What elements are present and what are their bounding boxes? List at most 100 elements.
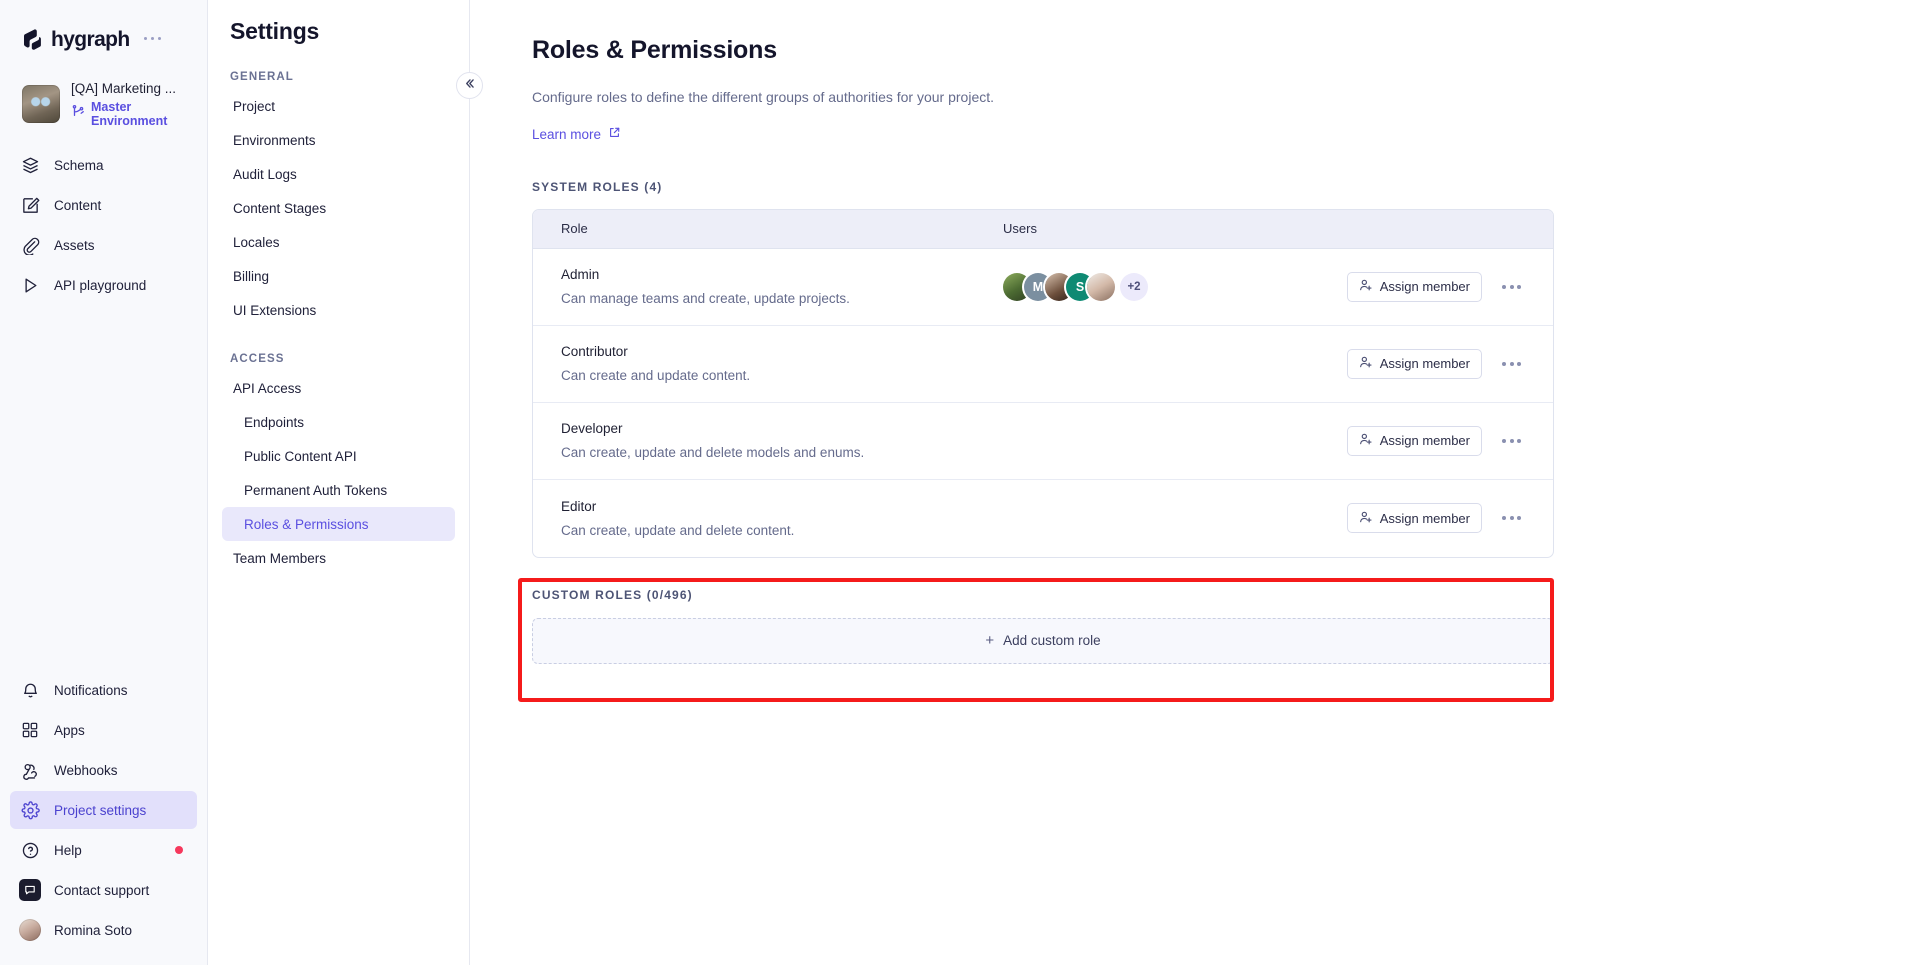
assign-member-button[interactable]: Assign member bbox=[1346, 348, 1482, 379]
learn-more-link[interactable]: Learn more bbox=[532, 126, 621, 142]
brand-logo[interactable]: hygraph bbox=[0, 0, 207, 58]
sidebar-item-audit-logs[interactable]: Audit Logs bbox=[222, 157, 455, 191]
assign-member-label: Assign member bbox=[1379, 510, 1470, 526]
avatar[interactable] bbox=[1087, 272, 1115, 301]
settings-item-label: Locales bbox=[233, 234, 280, 250]
sidebar-item-user-profile[interactable]: Romina Soto bbox=[10, 911, 197, 949]
brand-name: hygraph bbox=[51, 28, 130, 51]
user-plus-icon bbox=[1359, 510, 1373, 527]
sidebar-item-content[interactable]: Content bbox=[10, 186, 197, 224]
sidebar-item-locales[interactable]: Locales bbox=[222, 225, 455, 259]
settings-group-access: API Access Endpoints Public Content API … bbox=[208, 371, 469, 575]
sidebar-item-project[interactable]: Project bbox=[222, 89, 455, 123]
role-description: Can create and update content. bbox=[561, 368, 751, 383]
assign-member-label: Assign member bbox=[1379, 433, 1470, 448]
sidebar-item-project-settings[interactable]: Project settings bbox=[10, 791, 197, 829]
primary-sidebar: hygraph [QA] Marketing ... Master Enviro… bbox=[0, 0, 208, 965]
sidebar-item-label: Apps bbox=[54, 722, 85, 738]
sidebar-item-label: Notifications bbox=[54, 682, 128, 698]
sidebar-item-billing[interactable]: Billing bbox=[222, 259, 455, 293]
sidebar-item-label: Webhooks bbox=[54, 762, 118, 778]
chevron-double-left-icon bbox=[463, 77, 476, 95]
help-notification-badge bbox=[175, 846, 183, 854]
custom-roles-label: CUSTOM ROLES (0/496) bbox=[532, 587, 693, 602]
row-menu-button[interactable] bbox=[1498, 356, 1525, 372]
settings-section-label-access: ACCESS bbox=[230, 353, 285, 365]
sidebar-item-notifications[interactable]: Notifications bbox=[10, 671, 197, 709]
sidebar-item-apps[interactable]: Apps bbox=[10, 711, 197, 749]
row-actions: Assign member bbox=[1346, 503, 1525, 533]
row-menu-button[interactable] bbox=[1498, 433, 1525, 449]
sidebar-item-label: Assets bbox=[54, 237, 95, 253]
system-roles-label: SYSTEM ROLES (4) bbox=[532, 179, 663, 194]
support-icon-wrap bbox=[19, 879, 41, 901]
sidebar-item-webhooks[interactable]: Webhooks bbox=[10, 751, 197, 789]
avatar-stack[interactable]: M S +2 bbox=[1003, 272, 1148, 301]
main-content: Roles & Permissions Configure roles to d… bbox=[470, 0, 1916, 965]
role-cell: Developer Can create, update and delete … bbox=[533, 421, 1003, 460]
page-title: Roles & Permissions bbox=[532, 36, 777, 64]
environment-name: Master Environment bbox=[91, 99, 168, 128]
role-cell: Editor Can create, update and delete con… bbox=[533, 499, 1003, 538]
edit-square-icon bbox=[20, 195, 40, 215]
app-root: hygraph [QA] Marketing ... Master Enviro… bbox=[0, 0, 1916, 965]
branch-icon bbox=[71, 104, 85, 123]
sidebar-item-label: Help bbox=[54, 842, 82, 858]
settings-item-label: Audit Logs bbox=[233, 166, 297, 182]
avatar-overflow-count[interactable]: +2 bbox=[1120, 272, 1148, 301]
sidebar-item-schema[interactable]: Schema bbox=[10, 146, 197, 184]
role-description: Can manage teams and create, update proj… bbox=[561, 291, 850, 306]
sidebar-item-content-stages[interactable]: Content Stages bbox=[222, 191, 455, 225]
avatar bbox=[19, 919, 41, 941]
settings-sidebar: Settings GENERAL Project Environments Au… bbox=[208, 0, 483, 965]
settings-group-general: Project Environments Audit Logs Content … bbox=[208, 89, 469, 327]
assign-member-label: Assign member bbox=[1379, 356, 1470, 371]
sidebar-item-public-content-api[interactable]: Public Content API bbox=[222, 439, 455, 473]
user-plus-icon bbox=[1359, 355, 1373, 372]
settings-item-label: Permanent Auth Tokens bbox=[244, 482, 388, 498]
role-name: Contributor bbox=[561, 344, 628, 359]
role-cell: Contributor Can create and update conten… bbox=[533, 344, 1003, 383]
user-plus-icon bbox=[1359, 432, 1373, 449]
role-description: Can create, update and delete models and… bbox=[561, 445, 865, 460]
sidebar-item-assets[interactable]: Assets bbox=[10, 226, 197, 264]
grid-icon bbox=[20, 720, 40, 740]
users-cell: M S +2 bbox=[1003, 272, 1347, 301]
role-cell: Admin Can manage teams and create, updat… bbox=[533, 267, 1003, 306]
settings-item-label: Project bbox=[233, 98, 276, 114]
sidebar-item-team-members[interactable]: Team Members bbox=[222, 541, 455, 575]
sidebar-item-contact-support[interactable]: Contact support bbox=[10, 871, 197, 909]
sidebar-item-endpoints[interactable]: Endpoints bbox=[222, 405, 455, 439]
sidebar-item-permanent-auth-tokens[interactable]: Permanent Auth Tokens bbox=[222, 473, 455, 507]
table-row: Developer Can create, update and delete … bbox=[533, 403, 1553, 480]
settings-title: Settings bbox=[230, 18, 320, 44]
row-menu-button[interactable] bbox=[1498, 279, 1525, 295]
sidebar-item-label: Content bbox=[54, 197, 102, 213]
sidebar-item-api-access[interactable]: API Access bbox=[222, 371, 455, 405]
ellipsis-icon[interactable] bbox=[143, 36, 162, 44]
settings-section-label-general: GENERAL bbox=[230, 71, 294, 83]
column-header-users: Users bbox=[1003, 221, 1037, 236]
sidebar-item-roles-permissions[interactable]: Roles & Permissions bbox=[222, 507, 455, 541]
settings-item-label: UI Extensions bbox=[233, 302, 317, 318]
sidebar-item-environments[interactable]: Environments bbox=[222, 123, 455, 157]
sidebar-collapse-button[interactable] bbox=[456, 72, 483, 99]
sidebar-item-help[interactable]: Help bbox=[10, 831, 197, 869]
row-menu-button[interactable] bbox=[1498, 510, 1525, 526]
avatar-wrap bbox=[19, 919, 41, 941]
project-switcher[interactable]: [QA] Marketing ... Master Environment bbox=[0, 58, 207, 132]
paperclip-icon bbox=[20, 235, 40, 255]
assign-member-button[interactable]: Assign member bbox=[1346, 503, 1482, 533]
add-custom-role-button[interactable]: + Add custom role bbox=[532, 617, 1554, 664]
primary-nav: Schema Content Assets API playground bbox=[0, 132, 207, 304]
sidebar-item-ui-extensions[interactable]: UI Extensions bbox=[222, 293, 455, 327]
hygraph-logo-icon bbox=[22, 28, 43, 52]
assign-member-button[interactable]: Assign member bbox=[1346, 425, 1482, 456]
sidebar-item-api-playground[interactable]: API playground bbox=[10, 266, 197, 304]
question-circle-icon bbox=[20, 840, 40, 860]
assign-member-label: Assign member bbox=[1379, 279, 1470, 294]
gear-icon bbox=[20, 800, 40, 820]
settings-item-label: Team Members bbox=[233, 550, 327, 566]
assign-member-button[interactable]: Assign member bbox=[1346, 271, 1482, 302]
